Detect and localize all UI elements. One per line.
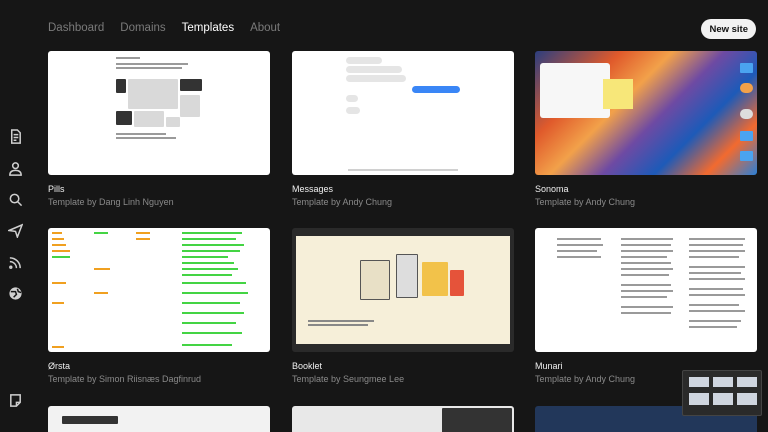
template-card-row3-2[interactable] bbox=[292, 406, 514, 432]
user-icon[interactable] bbox=[7, 160, 23, 176]
document-icon[interactable] bbox=[7, 128, 23, 144]
template-name: Sonoma bbox=[535, 184, 569, 194]
template-name: Ørsta bbox=[48, 361, 71, 371]
template-thumbnail[interactable] bbox=[48, 228, 270, 352]
new-site-button[interactable]: New site bbox=[701, 19, 756, 39]
template-name: Pills bbox=[48, 184, 65, 194]
template-name: Messages bbox=[292, 184, 334, 194]
template-card-orsta[interactable]: Ørsta Template by Simon Riisnæs Dagfinru… bbox=[48, 228, 270, 384]
template-thumbnail[interactable] bbox=[292, 228, 514, 352]
nav-dashboard[interactable]: Dashboard bbox=[48, 22, 104, 34]
nav-about[interactable]: About bbox=[250, 22, 280, 34]
nav-domains[interactable]: Domains bbox=[120, 22, 165, 34]
template-thumbnail[interactable] bbox=[535, 51, 757, 175]
template-card-munari[interactable]: Munari Template by Andy Chung bbox=[535, 228, 757, 384]
template-author: Template by Andy Chung bbox=[535, 197, 636, 207]
template-thumbnail[interactable] bbox=[48, 51, 270, 175]
template-author: Template by Andy Chung bbox=[292, 197, 393, 207]
icon-rail bbox=[0, 0, 30, 432]
send-icon[interactable] bbox=[7, 222, 23, 238]
top-nav: Dashboard Domains Templates About bbox=[48, 22, 280, 34]
template-thumbnail[interactable] bbox=[48, 406, 270, 432]
nav-templates[interactable]: Templates bbox=[182, 22, 234, 34]
search-icon[interactable] bbox=[7, 191, 23, 207]
template-thumbnail[interactable] bbox=[292, 406, 514, 432]
globe-icon[interactable] bbox=[7, 285, 23, 301]
template-card-row3-1[interactable] bbox=[48, 406, 270, 432]
template-author: Template by Dang Linh Nguyen bbox=[48, 197, 174, 207]
template-card-sonoma[interactable]: Sonoma Template by Andy Chung bbox=[535, 51, 757, 207]
template-name: Booklet bbox=[292, 361, 323, 371]
template-author: Template by Seungmee Lee bbox=[292, 374, 405, 384]
template-thumbnail[interactable] bbox=[292, 51, 514, 175]
template-card-messages[interactable]: Messages Template by Andy Chung bbox=[292, 51, 514, 207]
template-card-booklet[interactable]: Booklet Template by Seungmee Lee bbox=[292, 228, 514, 384]
note-icon[interactable] bbox=[7, 392, 23, 408]
template-author: Template by Simon Riisnæs Dagfinrud bbox=[48, 374, 202, 384]
template-card-pills[interactable]: Pills Template by Dang Linh Nguyen bbox=[48, 51, 270, 207]
floating-preview[interactable] bbox=[682, 370, 762, 416]
template-thumbnail[interactable] bbox=[535, 228, 757, 352]
rss-icon[interactable] bbox=[7, 254, 23, 270]
